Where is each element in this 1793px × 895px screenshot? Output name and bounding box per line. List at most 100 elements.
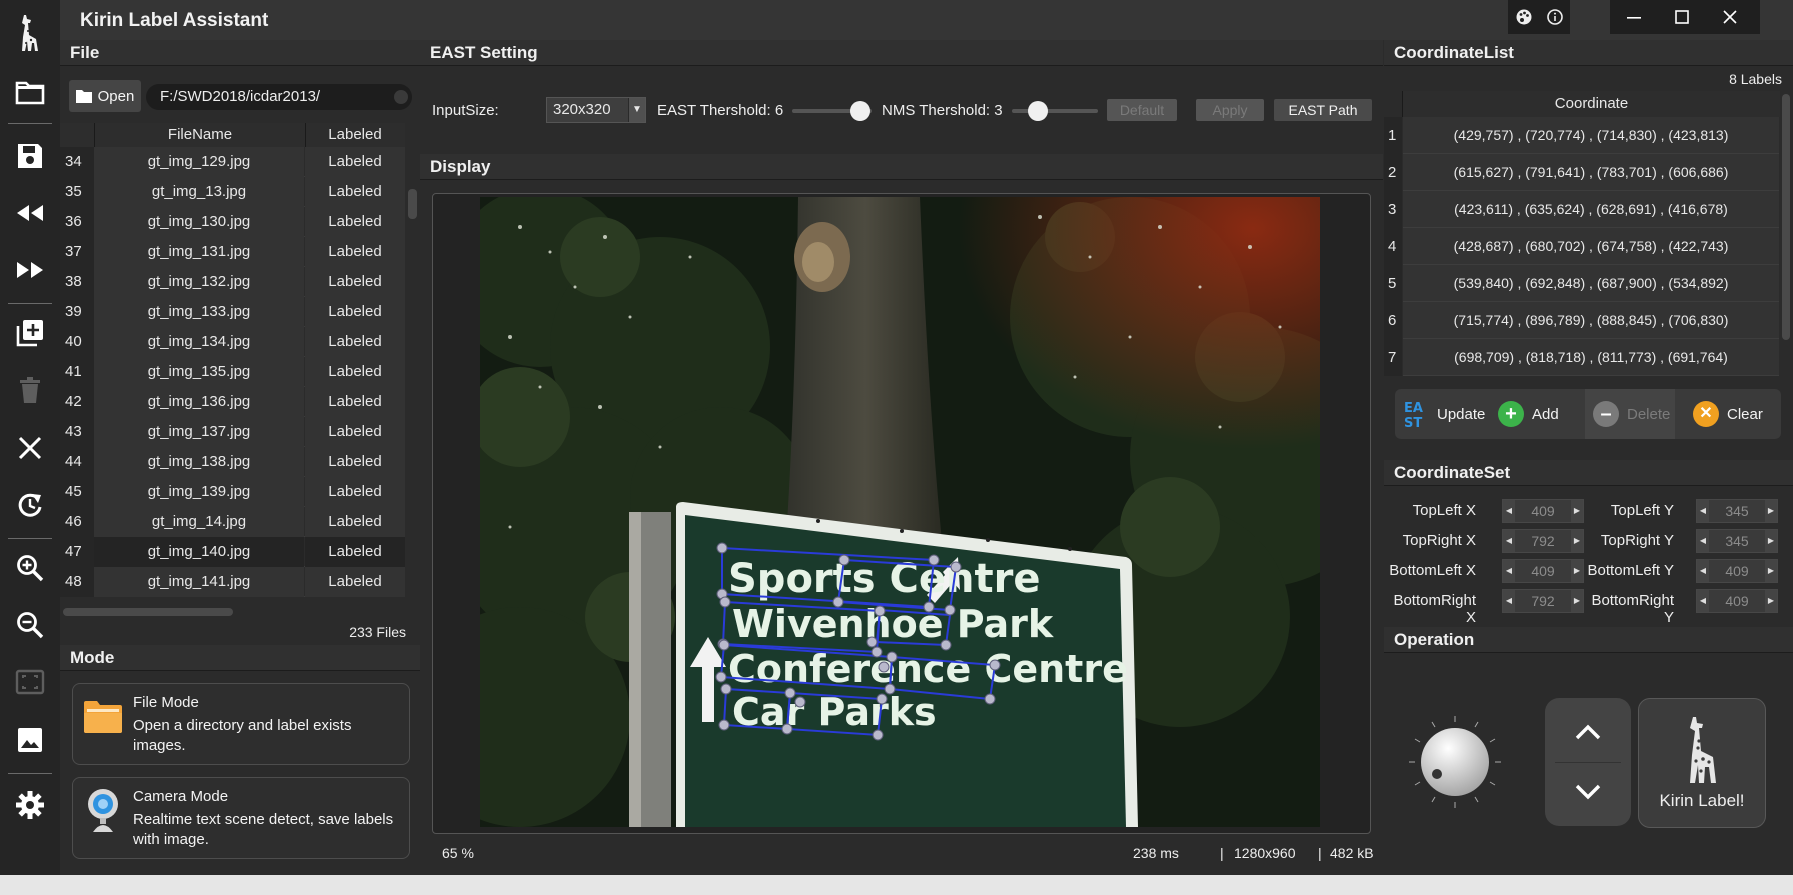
webcam-icon bbox=[88, 789, 118, 832]
labeled-cell: Labeled bbox=[305, 507, 405, 537]
decrement-icon[interactable]: ◀ bbox=[1697, 530, 1709, 552]
zoom-in-icon[interactable] bbox=[0, 543, 60, 593]
coordinate-row[interactable]: 4 (428,687) , (680,702) , (674,758) , (42… bbox=[1384, 228, 1779, 265]
coord-spinbox[interactable]: ◀ 409 ▶ bbox=[1696, 559, 1778, 583]
add-button[interactable]: + Add bbox=[1498, 389, 1559, 439]
refresh-icon[interactable] bbox=[0, 480, 60, 530]
coordinate-list-header: CoordinateList bbox=[1384, 40, 1793, 66]
minimize-icon[interactable] bbox=[1610, 0, 1658, 34]
coordinate-table-vscrollbar[interactable] bbox=[1779, 91, 1793, 376]
file-table-hscrollbar[interactable] bbox=[60, 606, 405, 618]
table-row[interactable]: 39 gt_img_133.jpg Labeled bbox=[60, 297, 405, 327]
decrement-icon[interactable]: ◀ bbox=[1503, 590, 1515, 612]
table-row[interactable]: 35 gt_img_13.jpg Labeled bbox=[60, 177, 405, 207]
row-number: 43 bbox=[60, 417, 94, 447]
coord-spinbox[interactable]: ◀ 409 ▶ bbox=[1502, 499, 1584, 523]
coordinate-row[interactable]: 6 (715,774) , (896,789) , (888,845) , (70… bbox=[1384, 302, 1779, 339]
clear-button[interactable]: ✕ Clear bbox=[1693, 389, 1763, 439]
open-button[interactable]: Open bbox=[69, 80, 141, 112]
table-row[interactable]: 45 gt_img_139.jpg Labeled bbox=[60, 477, 405, 507]
increment-icon[interactable]: ▶ bbox=[1765, 500, 1777, 522]
display-header: Display bbox=[420, 154, 1383, 180]
slider-knob[interactable] bbox=[850, 101, 870, 121]
camera-mode-card[interactable]: Camera Mode Realtime text scene detect, … bbox=[72, 777, 410, 859]
increment-icon[interactable]: ▶ bbox=[1765, 590, 1777, 612]
image-icon[interactable] bbox=[0, 715, 60, 765]
east-path-button[interactable]: EAST Path bbox=[1274, 99, 1372, 121]
table-row[interactable]: 34 gt_img_129.jpg Labeled bbox=[60, 147, 405, 177]
file-mode-card[interactable]: File Mode Open a directory and label exi… bbox=[72, 683, 410, 765]
apply-button[interactable]: Apply bbox=[1196, 99, 1264, 121]
trash-icon[interactable] bbox=[0, 365, 60, 415]
maximize-icon[interactable] bbox=[1658, 0, 1706, 34]
table-row[interactable]: 46 gt_img_14.jpg Labeled bbox=[60, 507, 405, 537]
row-number: 1 bbox=[1384, 117, 1402, 154]
coord-spinbox[interactable]: ◀ 345 ▶ bbox=[1696, 499, 1778, 523]
coord-spinbox[interactable]: ◀ 792 ▶ bbox=[1502, 589, 1584, 613]
delete-button[interactable]: – Delete bbox=[1585, 389, 1675, 439]
coordinate-row[interactable]: 2 (615,627) , (791,641) , (783,701) , (60… bbox=[1384, 154, 1779, 191]
coord-spinbox[interactable]: ◀ 409 ▶ bbox=[1696, 589, 1778, 613]
decrement-icon[interactable]: ◀ bbox=[1697, 560, 1709, 582]
file-table-vscrollbar[interactable] bbox=[405, 147, 420, 607]
chevron-up-icon[interactable] bbox=[1545, 698, 1631, 762]
table-row[interactable]: 44 gt_img_138.jpg Labeled bbox=[60, 447, 405, 477]
table-row[interactable]: 42 gt_img_136.jpg Labeled bbox=[60, 387, 405, 417]
fit-screen-icon[interactable] bbox=[0, 657, 60, 707]
slider-knob[interactable] bbox=[1027, 101, 1048, 121]
row-number: 4 bbox=[1384, 228, 1402, 265]
file-name-cell: gt_img_138.jpg bbox=[94, 447, 304, 477]
table-row[interactable]: 37 gt_img_131.jpg Labeled bbox=[60, 237, 405, 267]
decrement-icon[interactable]: ◀ bbox=[1697, 500, 1709, 522]
rewind-icon[interactable] bbox=[0, 188, 60, 238]
fast-forward-icon[interactable] bbox=[0, 245, 60, 295]
labeled-cell: Labeled bbox=[305, 177, 405, 207]
coord-spinbox[interactable]: ◀ 409 ▶ bbox=[1502, 559, 1584, 583]
row-number: 38 bbox=[60, 267, 94, 297]
east-threshold-slider[interactable] bbox=[792, 101, 872, 121]
settings-icon[interactable] bbox=[0, 780, 60, 830]
info-icon[interactable] bbox=[1539, 0, 1570, 34]
table-row[interactable]: 47 gt_img_140.jpg Labeled bbox=[60, 537, 405, 567]
folder-icon[interactable] bbox=[0, 67, 60, 117]
decrement-icon[interactable]: ◀ bbox=[1503, 530, 1515, 552]
decrement-icon[interactable]: ◀ bbox=[1697, 590, 1709, 612]
column-coordinate[interactable]: Coordinate bbox=[1402, 91, 1780, 117]
close-window-icon[interactable] bbox=[1706, 0, 1754, 34]
table-row[interactable]: 38 gt_img_132.jpg Labeled bbox=[60, 267, 405, 297]
scene-image[interactable]: Sports Centre Wivenhoe Park Conference C… bbox=[480, 197, 1320, 827]
path-field[interactable]: F:/SWD2018/icdar2013/ bbox=[146, 84, 412, 110]
dial-knob[interactable] bbox=[1409, 716, 1501, 808]
left-toolbar bbox=[0, 0, 60, 875]
table-row[interactable]: 43 gt_img_137.jpg Labeled bbox=[60, 417, 405, 447]
increment-icon[interactable]: ▶ bbox=[1765, 560, 1777, 582]
decrement-icon[interactable]: ◀ bbox=[1503, 500, 1515, 522]
coordinate-row[interactable]: 3 (423,611) , (635,624) , (628,691) , (41… bbox=[1384, 191, 1779, 228]
zoom-out-icon[interactable] bbox=[0, 600, 60, 650]
decrement-icon[interactable]: ◀ bbox=[1503, 560, 1515, 582]
column-labeled[interactable]: Labeled bbox=[305, 123, 405, 147]
coordinate-row[interactable]: 7 (698,709) , (818,718) , (811,773) , (69… bbox=[1384, 339, 1779, 376]
add-image-icon[interactable] bbox=[0, 308, 60, 358]
table-row[interactable]: 40 gt_img_134.jpg Labeled bbox=[60, 327, 405, 357]
default-button[interactable]: Default bbox=[1107, 99, 1177, 121]
labeled-cell: Labeled bbox=[305, 387, 405, 417]
file-table-header: FileName Labeled bbox=[60, 123, 405, 147]
table-row[interactable]: 48 gt_img_141.jpg Labeled bbox=[60, 567, 405, 597]
increment-icon[interactable]: ▶ bbox=[1765, 530, 1777, 552]
table-row[interactable]: 41 gt_img_135.jpg Labeled bbox=[60, 357, 405, 387]
coordinate-row[interactable]: 5 (539,840) , (692,848) , (687,900) , (53… bbox=[1384, 265, 1779, 302]
save-icon[interactable] bbox=[0, 131, 60, 181]
input-size-select[interactable]: 320x320 ▼ bbox=[546, 97, 646, 123]
table-row[interactable]: 36 gt_img_130.jpg Labeled bbox=[60, 207, 405, 237]
palette-icon[interactable] bbox=[1508, 0, 1539, 34]
nms-threshold-slider[interactable] bbox=[1012, 101, 1098, 121]
update-button[interactable]: EA ST Update bbox=[1403, 389, 1485, 439]
chevron-down-icon[interactable] bbox=[1545, 762, 1631, 826]
coord-spinbox[interactable]: ◀ 345 ▶ bbox=[1696, 529, 1778, 553]
close-icon[interactable] bbox=[0, 423, 60, 473]
coordinate-row[interactable]: 1 (429,757) , (720,774) , (714,830) , (42… bbox=[1384, 117, 1779, 154]
column-filename[interactable]: FileName bbox=[94, 123, 306, 147]
coord-spinbox[interactable]: ◀ 792 ▶ bbox=[1502, 529, 1584, 553]
kirin-label-button[interactable]: Kirin Label! bbox=[1638, 698, 1766, 828]
